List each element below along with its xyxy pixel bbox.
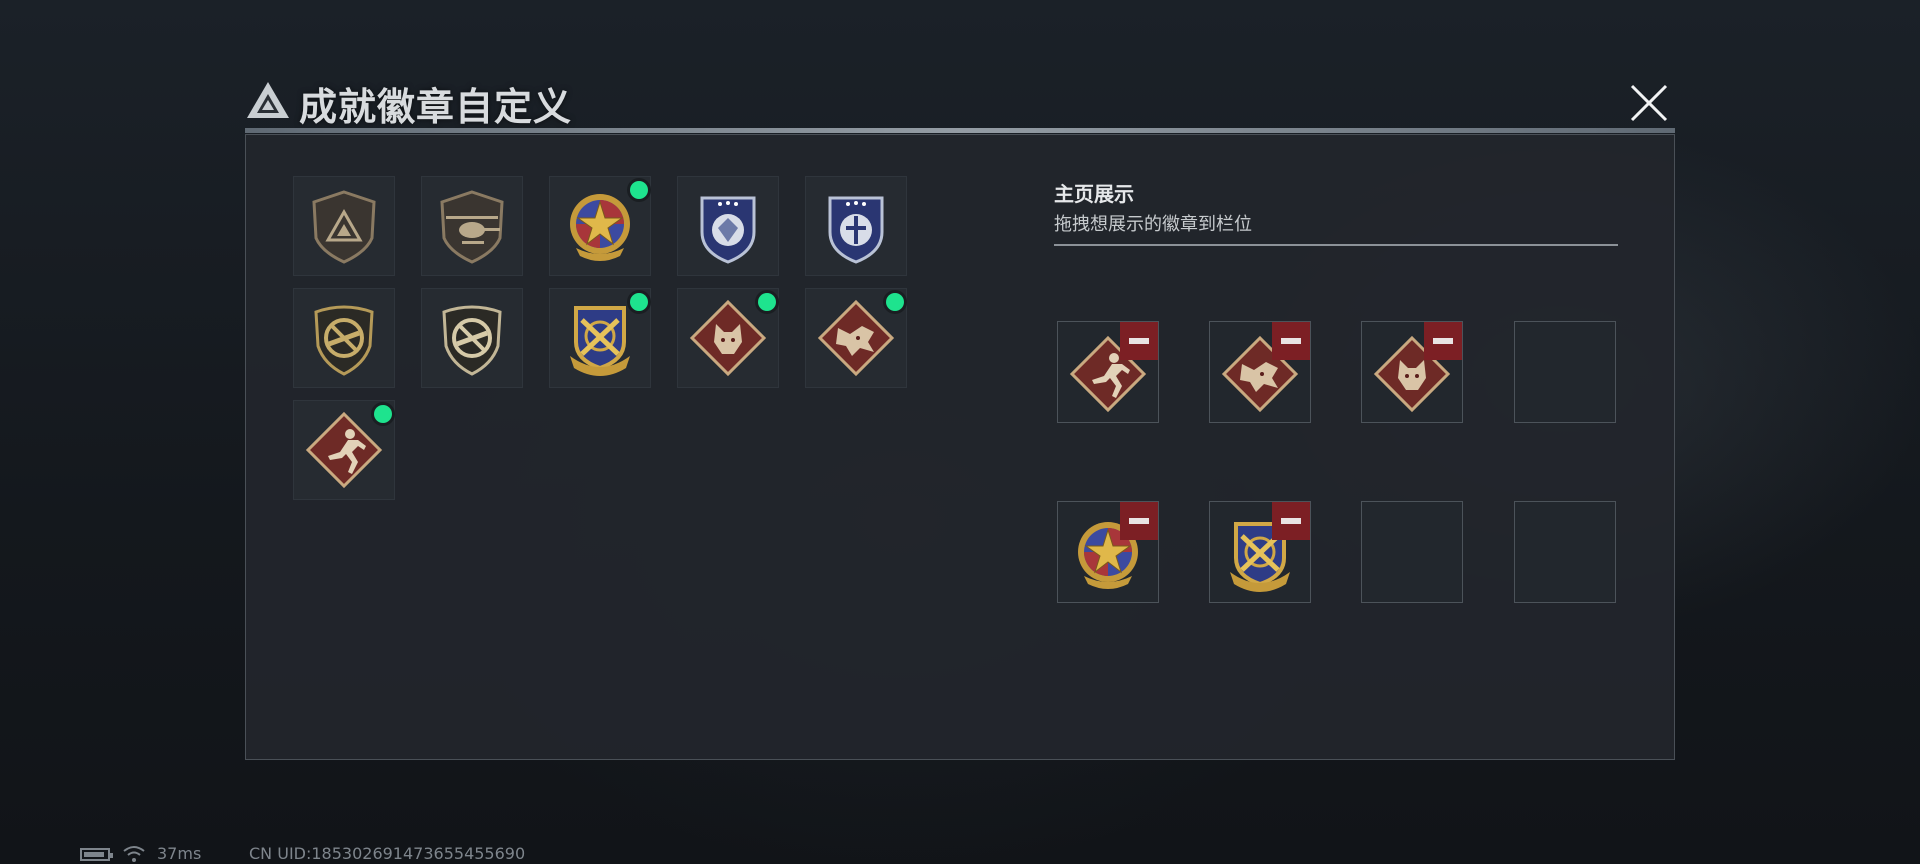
crossed-rifles-gold-crest-badge-icon (570, 306, 630, 376)
new-badge-indicator (374, 405, 392, 423)
badge-item-triangle-logo[interactable] (293, 176, 395, 276)
rifle-blue-shield-badge-icon (828, 196, 884, 264)
new-badge-indicator (758, 293, 776, 311)
showcase-slot-1[interactable] (1057, 321, 1159, 423)
remove-badge-button[interactable] (1272, 502, 1310, 540)
badge-item-no-rifle-silver[interactable] (421, 288, 523, 388)
remove-badge-button[interactable] (1120, 322, 1158, 360)
showcase-divider (1054, 244, 1618, 246)
new-badge-indicator (886, 293, 904, 311)
header-divider (245, 128, 1675, 133)
wolf-diamond-badge-icon (689, 299, 767, 377)
badge-item-dragon[interactable] (805, 288, 907, 388)
showcase-slot-6[interactable] (1209, 501, 1311, 603)
showcase-slot-7-empty[interactable] (1361, 501, 1463, 603)
dragon-diamond-badge-icon (817, 299, 895, 377)
badge-item-no-rifle-gold[interactable] (293, 288, 395, 388)
new-badge-indicator (630, 293, 648, 311)
dialog-title: 成就徽章自定义 (299, 85, 573, 129)
triangle-logo-icon (247, 82, 289, 118)
showcase-slot-4-empty[interactable] (1514, 321, 1616, 423)
badge-item-gold-star[interactable] (549, 176, 651, 276)
screen: 成就徽章自定义 主页展示 拖拽想展示的徽章到栏位 37ms CN UID:185… (0, 0, 1920, 864)
remove-badge-button[interactable] (1272, 322, 1310, 360)
badge-item-diamond[interactable] (677, 176, 779, 276)
showcase-instruction: 拖拽想展示的徽章到栏位 (1054, 214, 1252, 235)
close-button[interactable] (1626, 80, 1672, 126)
badge-item-runner[interactable] (293, 400, 395, 500)
remove-badge-button[interactable] (1120, 502, 1158, 540)
diamond-blue-shield-badge-icon (700, 196, 756, 264)
battery-icon (80, 848, 113, 861)
ping-text: 37ms (157, 844, 202, 863)
runner-diamond-badge-icon (305, 411, 383, 489)
wifi-icon (123, 846, 145, 862)
gold-star-medal-badge-icon (570, 194, 630, 261)
badge-item-helicopter[interactable] (421, 176, 523, 276)
showcase-slot-8-empty[interactable] (1514, 501, 1616, 603)
badge-item-wolf[interactable] (677, 288, 779, 388)
triangle-logo-shield-badge-icon (312, 190, 376, 264)
badge-item-crossed-rifles[interactable] (549, 288, 651, 388)
remove-badge-button[interactable] (1424, 322, 1462, 360)
new-badge-indicator (630, 181, 648, 199)
showcase-slot-3[interactable] (1361, 321, 1463, 423)
no-rifle-silver-shield-badge-icon (442, 305, 502, 376)
badge-item-blue-rifle[interactable] (805, 176, 907, 276)
showcase-slot-5[interactable] (1057, 501, 1159, 603)
uid-text: CN UID:18530269147365545569​0 (249, 844, 526, 863)
showcase-title: 主页展示 (1054, 182, 1134, 206)
showcase-slot-2[interactable] (1209, 321, 1311, 423)
no-rifle-gold-shield-badge-icon (314, 305, 374, 376)
helicopter-shield-badge-icon (440, 190, 504, 264)
dialog-header: 成就徽章自定义 (245, 74, 1675, 129)
